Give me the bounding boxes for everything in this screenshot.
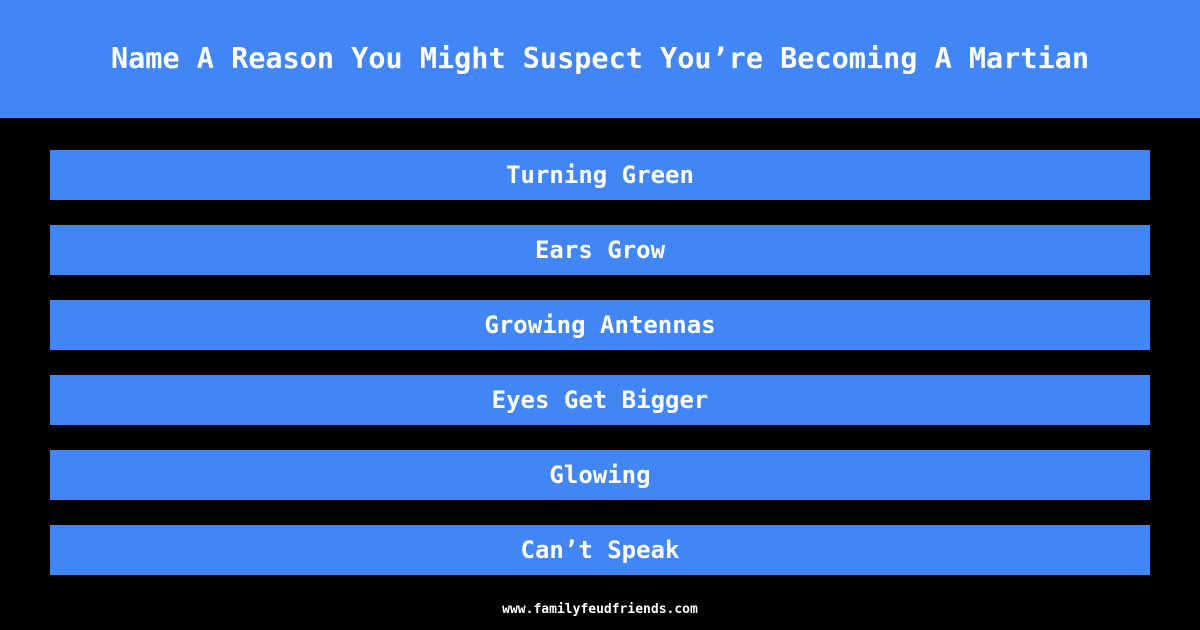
answer-text: Glowing [549,461,651,489]
answer-row[interactable]: Ears Grow [50,225,1150,275]
footer: www.familyfeudfriends.com [0,598,1200,617]
answer-text: Ears Grow [534,236,666,264]
answer-row[interactable]: Glowing [50,450,1150,500]
site-url[interactable]: www.familyfeudfriends.com [502,602,698,617]
answer-row[interactable]: Growing Antennas [50,300,1150,350]
question-header: Name A Reason You Might Suspect You’re B… [0,0,1200,118]
answer-row[interactable]: Eyes Get Bigger [50,375,1150,425]
question-card: Name A Reason You Might Suspect You’re B… [0,0,1200,630]
answer-text: Turning Green [506,161,694,189]
answer-text: Eyes Get Bigger [491,386,709,414]
answer-row[interactable]: Can’t Speak [50,525,1150,575]
answer-row[interactable]: Turning Green [50,150,1150,200]
answers-list: Turning Green Ears Grow Growing Antennas… [0,118,1200,630]
answer-text: Growing Antennas [484,311,716,339]
answer-text: Can’t Speak [520,536,680,564]
question-title: Name A Reason You Might Suspect You’re B… [110,42,1090,76]
